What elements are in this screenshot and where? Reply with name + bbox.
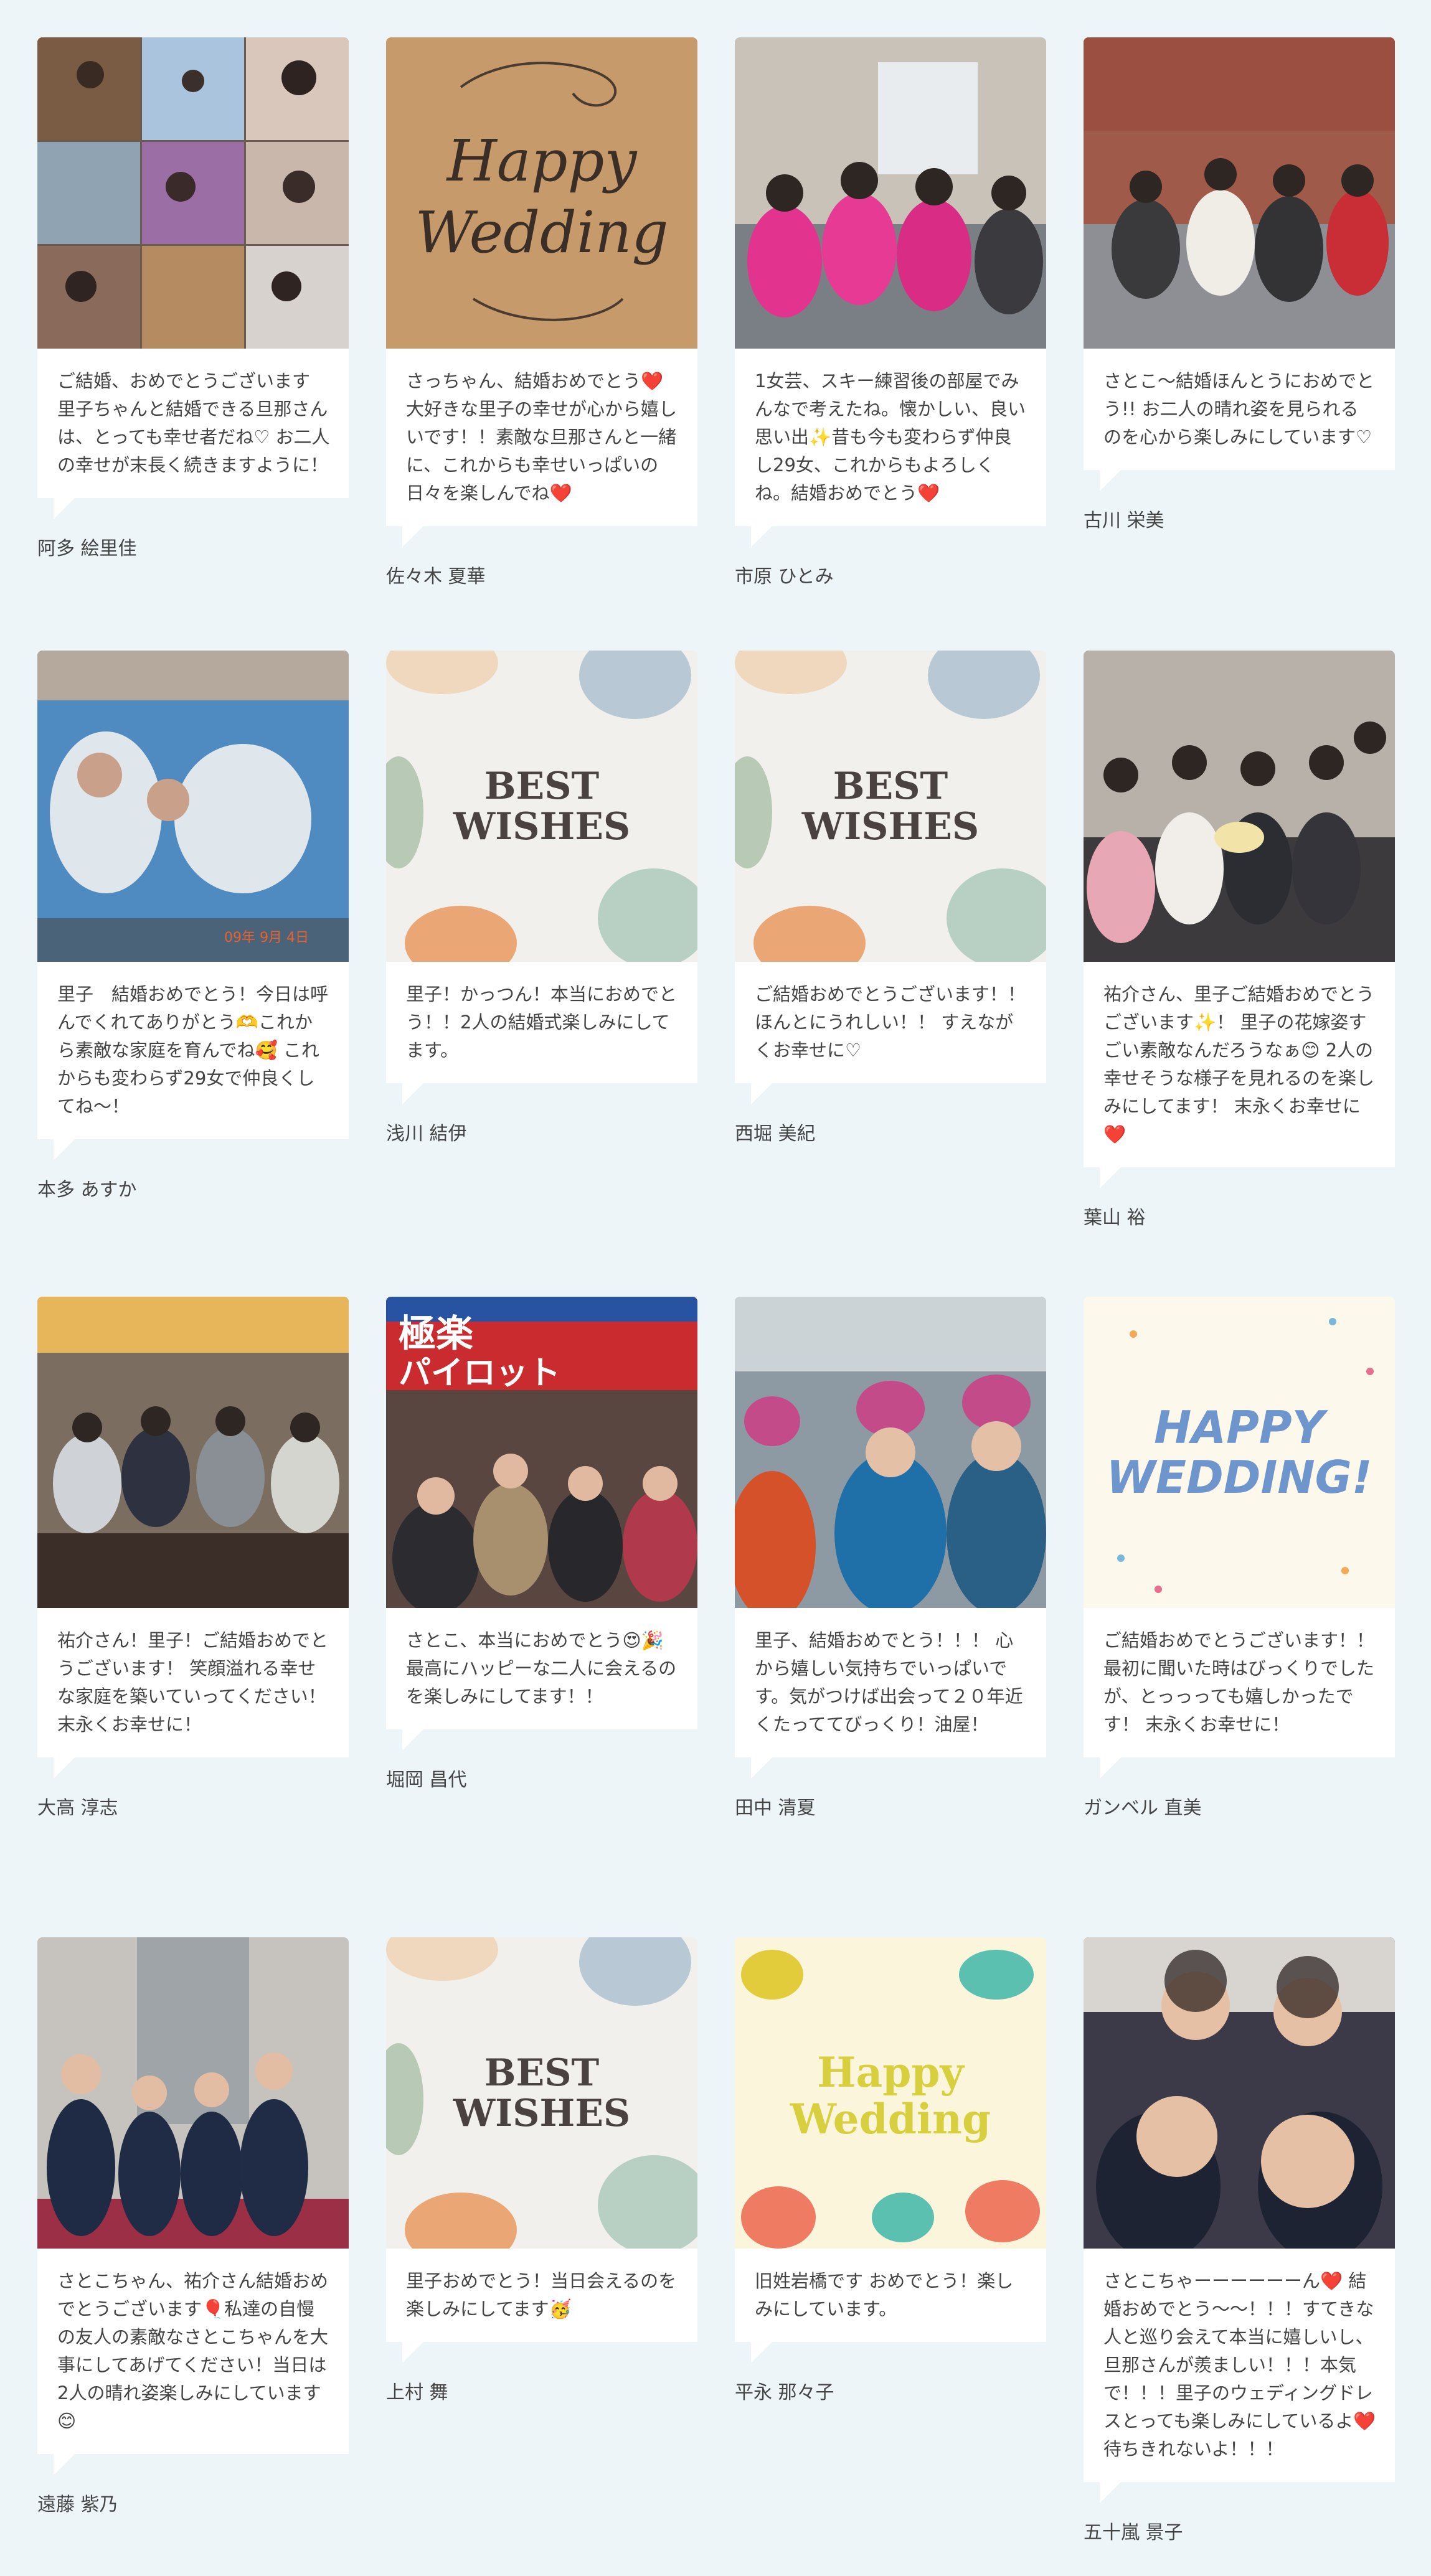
message-card: BEST WISHES ご結婚おめでとうございます！！ほんとにうれしい！！ すえ…	[735, 651, 1046, 1145]
author-name: 市原 ひとみ	[735, 566, 834, 588]
uniform-selfie-photo	[1084, 1937, 1395, 2249]
station-group-photo	[1084, 37, 1395, 349]
sign-text-pilot: パイロット	[399, 1355, 560, 1392]
author-name: 田中 清夏	[735, 1797, 816, 1819]
message-text: ご結婚おめでとうございます！！ほんとにうれしい！！ すえながくお幸せに♡	[735, 962, 1046, 1083]
author-name: 佐々木 夏華	[386, 566, 486, 588]
author-name: 堀岡 昌代	[386, 1769, 467, 1791]
author-name: 古川 栄美	[1084, 510, 1164, 532]
photo-text-wedding: WEDDING!	[1106, 1451, 1372, 1503]
message-grid: ご結婚、おめでとうございます 里子ちゃんと結婚できる旦那さんは、とっても幸せ者だ…	[0, 0, 1431, 2576]
bbq-group-photo	[37, 1297, 349, 1608]
happy-wedding-illustrated-card-image: Happy Wedding	[735, 1937, 1046, 2249]
author-name: 上村 舞	[386, 2382, 448, 2404]
message-card: 祐介さん、里子ご結婚おめでとうございます✨！ 里子の花嫁姿すごい素敵なんだろうな…	[1084, 651, 1395, 1229]
photo-text-wishes: WISHES	[453, 2092, 631, 2135]
ski-wear-photo	[735, 1297, 1046, 1608]
author-name: 大高 淳志	[37, 1797, 118, 1819]
message-text: 旧姓岩橋です おめでとう！楽しみにしています。	[735, 2249, 1046, 2342]
message-card: 1女芸、スキー練習後の部屋でみんなで考えたね。懐かしい、良い思い出✨昔も今も変わ…	[735, 37, 1046, 588]
uniform-escalator-photo	[37, 1937, 349, 2249]
message-card: さとこちゃん、祐介さん結婚おめでとうございます🎈私達の自慢の友人の素敵なさとこち…	[37, 1937, 349, 2516]
message-card: BEST WISHES 里子おめでとう！当日会えるのを楽しみにしてます🥳 上村 …	[386, 1937, 697, 2404]
best-wishes-card-image: BEST WISHES	[735, 651, 1046, 962]
happy-wedding-card-image: Happy Wedding	[386, 37, 697, 349]
message-card: HAPPY WEDDING! ご結婚おめでとうございます！！最初に聞いた時はびっ…	[1084, 1297, 1395, 1820]
pink-tshirt-group-photo	[735, 37, 1046, 349]
photo-text-best: BEST	[484, 2051, 600, 2095]
author-name: 本多 あすか	[37, 1179, 137, 1201]
photo-collage	[37, 37, 349, 349]
message-card: Happy Wedding さっちゃん、結婚おめでとう❤️大好きな里子の幸せが心…	[386, 37, 697, 588]
author-name: 西堀 美紀	[735, 1123, 816, 1145]
message-text: 祐介さん！里子！ご結婚おめでとうございます！ 笑顔溢れる幸せな家庭を築いていって…	[37, 1608, 349, 1757]
photo-text-wedding: Wedding	[415, 199, 669, 266]
message-card: Happy Wedding 旧姓岩橋です おめでとう！楽しみにしています。 平永…	[735, 1937, 1046, 2404]
message-text: 里子 結婚おめでとう！今日は呼んでくれてありがとう🫶これから素敵な家庭を育んでね…	[37, 962, 349, 1139]
happy-wedding-confetti-card-image: HAPPY WEDDING!	[1084, 1297, 1395, 1608]
photo-text-happy: Happy	[446, 128, 638, 194]
message-text: 祐介さん、里子ご結婚おめでとうございます✨！ 里子の花嫁姿すごい素敵なんだろうな…	[1084, 962, 1395, 1167]
message-text: 1女芸、スキー練習後の部屋でみんなで考えたね。懐かしい、良い思い出✨昔も今も変わ…	[735, 349, 1046, 526]
message-text: 里子、結婚おめでとう！！！ 心から嬉しい気持ちでいっぱいです。気がつけば出会って…	[735, 1608, 1046, 1757]
photo-text-wedding: Wedding	[790, 2095, 991, 2143]
message-card: 極楽 パイロット さとこ、本当におめでとう😍🎉最高にハッピーな二人に会えるのを楽…	[386, 1297, 697, 1792]
photo-text-happy: Happy	[817, 2048, 965, 2097]
author-name: 五十嵐 景子	[1084, 2522, 1183, 2544]
photo-text-best: BEST	[833, 764, 948, 808]
message-text: 里子おめでとう！当日会えるのを楽しみにしてます🥳	[386, 2249, 697, 2342]
author-name: ガンベル 直美	[1084, 1797, 1202, 1819]
photo-text-best: BEST	[484, 764, 600, 808]
author-name: 阿多 絵里佳	[37, 538, 137, 560]
author-name: 葉山 裕	[1084, 1207, 1146, 1229]
photo-date-stamp: 09年 9月 4日	[224, 930, 309, 946]
message-card: 里子、結婚おめでとう！！！ 心から嬉しい気持ちでいっぱいです。気がつけば出会って…	[735, 1297, 1046, 1820]
message-card: 09年 9月 4日 里子 結婚おめでとう！今日は呼んでくれてありがとう🫶これから…	[37, 651, 349, 1201]
sign-text-gokuraku: 極楽	[399, 1312, 473, 1356]
photo-text-happy: HAPPY	[1154, 1401, 1329, 1454]
seal-face-cutout-photo: 09年 9月 4日	[37, 651, 349, 962]
message-text: 里子！かっつん！本当におめでとう！！2人の結婚式楽しみにしてます。	[386, 962, 697, 1083]
author-name: 遠藤 紫乃	[37, 2494, 118, 2516]
message-card: 祐介さん！里子！ご結婚おめでとうございます！ 笑顔溢れる幸せな家庭を築いていって…	[37, 1297, 349, 1820]
message-text: さっちゃん、結婚おめでとう❤️大好きな里子の幸せが心から嬉しいです！！素敵な旦那…	[386, 349, 697, 526]
message-card: BEST WISHES 里子！かっつん！本当におめでとう！！2人の結婚式楽しみに…	[386, 651, 697, 1145]
author-name: 浅川 結伊	[386, 1123, 467, 1145]
message-card: さとこちゃーーーーーーん❤️ 結婚おめでとう〜〜！！！すてきな人と巡り会えて本当…	[1084, 1937, 1395, 2544]
message-card: ご結婚、おめでとうございます 里子ちゃんと結婚できる旦那さんは、とっても幸せ者だ…	[37, 37, 349, 560]
message-card: さとこ〜結婚ほんとうにおめでとう!! お二人の晴れ姿を見られるのを心から楽しみに…	[1084, 37, 1395, 532]
photo-text-wishes: WISHES	[801, 805, 980, 848]
message-text: さとこ〜結婚ほんとうにおめでとう!! お二人の晴れ姿を見られるのを心から楽しみに…	[1084, 349, 1395, 470]
author-name: 平永 那々子	[735, 2382, 834, 2404]
best-wishes-card-image: BEST WISHES	[386, 651, 697, 962]
message-text: ご結婚、おめでとうございます 里子ちゃんと結婚できる旦那さんは、とっても幸せ者だ…	[37, 349, 349, 498]
photo-text-wishes: WISHES	[453, 805, 631, 848]
best-wishes-card-image: BEST WISHES	[386, 1937, 697, 2249]
message-text: さとこちゃん、祐介さん結婚おめでとうございます🎈私達の自慢の友人の素敵なさとこち…	[37, 2249, 349, 2454]
birthday-group-photo	[1084, 651, 1395, 962]
message-text: ご結婚おめでとうございます！！最初に聞いた時はびっくりでしたが、とっっっても嬉し…	[1084, 1608, 1395, 1757]
message-text: さとこ、本当におめでとう😍🎉最高にハッピーな二人に会えるのを楽しみにしてます！！	[386, 1608, 697, 1729]
message-text: さとこちゃーーーーーーん❤️ 結婚おめでとう〜〜！！！すてきな人と巡り会えて本当…	[1084, 2249, 1395, 2482]
gokuraku-pilot-photo: 極楽 パイロット	[386, 1297, 697, 1608]
